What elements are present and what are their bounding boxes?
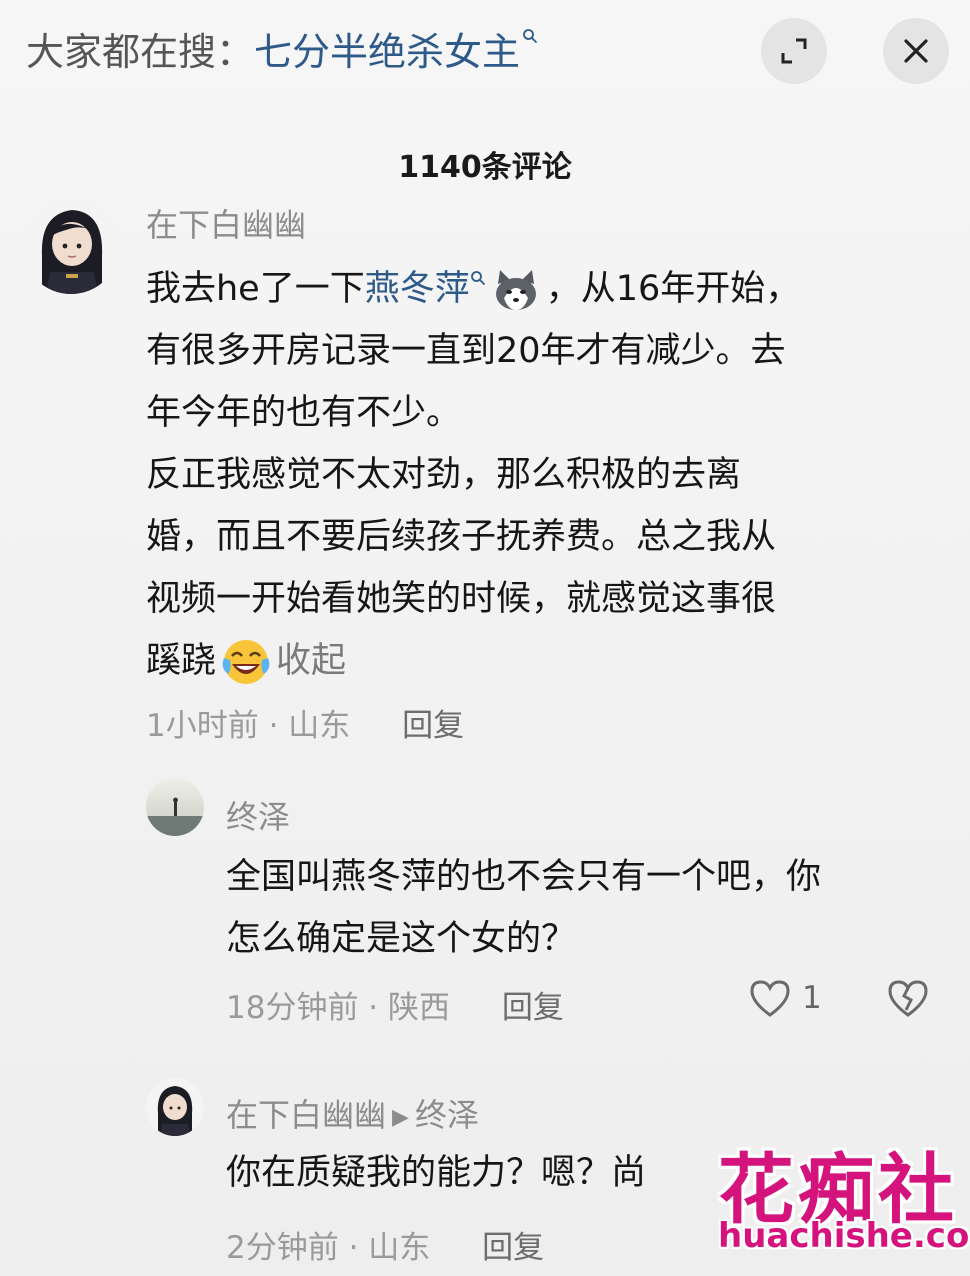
close-button[interactable] [883,18,949,84]
comment-time-location: 2分钟前 · 山东 [226,1230,431,1266]
comment-line: 年今年的也有不少。 [146,393,462,433]
comment-time-location: 1小时前 · 山东 [146,708,351,744]
expand-icon [781,38,807,64]
landscape-avatar [146,778,204,836]
reply-button[interactable]: 回复 [402,708,464,744]
like-button[interactable]: 1 [748,978,822,1018]
dislike-button[interactable] [886,978,930,1022]
reply-button[interactable]: 回复 [482,1230,544,1266]
collapse-button[interactable]: 收起 [276,641,346,681]
expand-button[interactable] [761,18,827,84]
comment-line: 反正我感觉不太对劲，那么积极的去离 [146,455,742,495]
comment-username[interactable]: 在下白幽幽 [146,200,306,246]
comment-username[interactable]: 终泽 [226,792,290,838]
comment-username[interactable]: 在下白幽幽 [226,1096,386,1134]
comment-body: 我去he了一下燕冬萍 ，从16年开始， 有很多开房记录一直到20年才有减少。去 年… [146,258,936,692]
broken-heart-icon [888,980,928,1017]
comment-meta: 1小时前 · 山东 回复 [146,700,464,745]
comment-meta: 18分钟前 · 陕西 回复 [226,982,564,1027]
reply-header: 在下白幽幽 ▶ 终泽 [226,1090,479,1136]
comment-line: 蹊跷 收起 [146,630,936,692]
reply-arrow-icon: ▶ [392,1104,409,1130]
comment-line: 我去he了一下燕冬萍 ，从16年开始， [146,258,936,320]
comment-time-location: 18分钟前 · 陕西 [226,990,451,1026]
comment-text: 我去he了一下 [146,269,365,309]
husky-dog-emoji [495,270,536,310]
comment-line: 有很多开房记录一直到20年才有减少。去 [146,331,786,371]
comment-text: 蹊跷 [146,641,217,681]
comment-line: 婚，而且不要后续孩子抚养费。总之我从 [146,517,777,557]
search-term-link[interactable]: 七分半绝杀女主 [254,30,520,74]
comment-meta: 2分钟前 · 山东 回复 [226,1222,544,1267]
comment-line: 视频一开始看她笑的时候，就感觉这事很 [146,579,777,619]
reply-to-username[interactable]: 终泽 [415,1096,479,1134]
search-suggestion-bar[interactable]: 大家都在搜：七分半绝杀女主 [26,22,538,82]
search-prefix: 大家都在搜： [26,30,255,74]
comments-count-title: 1140条评论 [398,150,572,185]
comment-line: 怎么确定是这个女的？ [226,919,577,959]
heart-icon [750,980,790,1017]
avatar[interactable] [146,778,204,836]
search-keyword-link[interactable]: 燕冬萍 [365,269,470,309]
laughing-crying-emoji [222,640,270,684]
avatar[interactable] [22,196,120,294]
search-hint-icon [470,271,485,285]
comment-body: 全国叫燕冬萍的也不会只有一个吧，你 怎么确定是这个女的？ [226,846,946,970]
close-icon [904,39,928,63]
watermark-url: huachishe.com [718,1216,970,1256]
comment-text: ，从16年开始， [545,269,801,309]
comment-line: 全国叫燕冬萍的也不会只有一个吧，你 [226,857,822,897]
anime-character-avatar [22,196,120,294]
search-hint-icon [523,29,537,43]
like-count: 1 [802,980,822,1016]
avatar[interactable] [146,1078,204,1136]
reply-button[interactable]: 回复 [502,990,564,1026]
anime-character-avatar [146,1078,204,1136]
